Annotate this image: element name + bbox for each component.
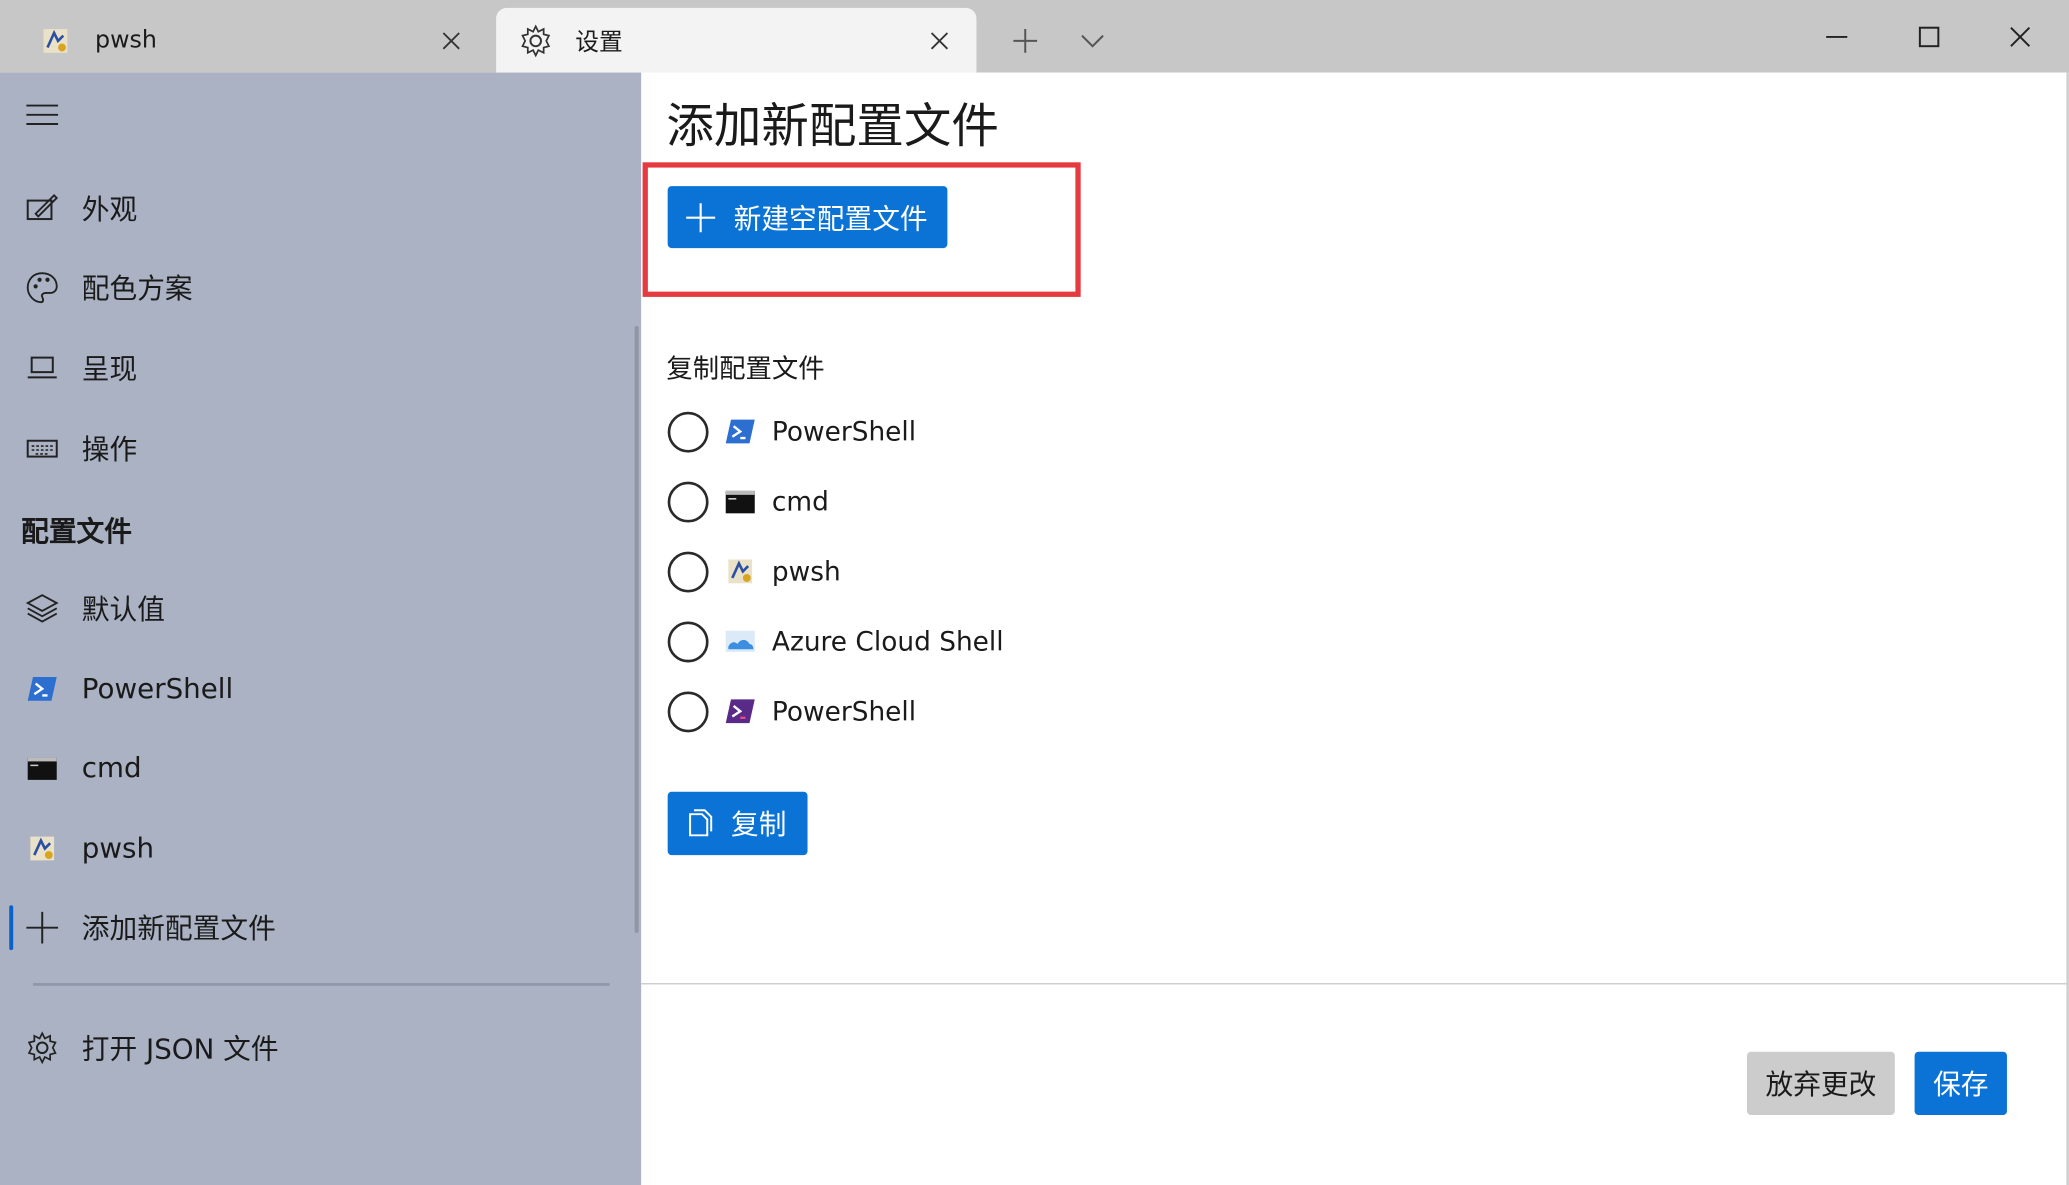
save-button[interactable]: 保存 [1914,1051,2007,1116]
tab-pwsh[interactable]: pwsh [0,8,488,73]
page-title: 添加新配置文件 [666,100,999,155]
sidebar-item-pwsh[interactable]: pwsh [0,816,633,882]
tab-bar: pwsh 设置 [0,0,2069,73]
copy-button[interactable]: 复制 [667,791,808,856]
sidebar-item-label: cmd [81,752,142,784]
plus-icon [684,200,718,234]
duplicate-section-title: 复制配置文件 [666,352,825,385]
cmd-icon [22,748,62,788]
new-empty-profile-button[interactable]: 新建空配置文件 [667,186,948,249]
maximize-button[interactable] [1905,13,1953,61]
copy-icon [684,808,716,840]
radio-label: PowerShell [771,415,917,448]
radio-button[interactable] [667,690,709,732]
discard-changes-button[interactable]: 放弃更改 [1747,1051,1895,1116]
sidebar-item-label: 配色方案 [81,273,193,305]
powershell-icon [724,416,756,448]
close-icon[interactable] [921,22,958,59]
sidebar-item-label: 打开 JSON 文件 [81,1033,279,1065]
radio-label: pwsh [771,555,841,588]
sidebar-item-add-profile[interactable]: 添加新配置文件 [0,895,633,961]
sidebar-item-label: 添加新配置文件 [81,913,276,945]
maximize-icon [1918,26,1940,48]
radio-button[interactable] [667,550,709,592]
radio-button[interactable] [667,411,709,452]
close-icon[interactable] [433,22,470,59]
radio-label: Azure Cloud Shell [771,625,1004,658]
footer-divider [641,983,2069,985]
layers-icon [22,589,62,629]
sidebar-divider [32,983,610,986]
sidebar-item-appearance[interactable]: 外观 [0,176,633,242]
button-label: 新建空配置文件 [733,202,928,235]
sidebar-item-label: PowerShell [81,672,234,705]
settings-window: pwsh 设置 外观 配色方案 呈现 操作 配置文件 默认值 PowerShel… [0,0,2069,1185]
plus-icon [22,908,62,948]
gear-icon [517,22,554,59]
tab-settings[interactable]: 设置 [496,7,977,73]
powershell-core-icon [724,695,756,727]
sidebar-item-label: 外观 [81,193,138,226]
tab-label: 设置 [575,28,623,57]
cmd-icon [724,486,756,518]
button-label: 复制 [731,808,787,841]
sidebar-item-label: 呈现 [81,353,138,386]
radio-label: PowerShell [771,695,917,728]
sidebar-item-label: 默认值 [81,593,165,626]
chevron-down-icon [1081,34,1104,48]
close-window-button[interactable] [1996,13,2044,61]
radio-button[interactable] [667,480,709,522]
profile-radio-pwsh[interactable]: pwsh [667,545,841,598]
pwsh-icon [22,829,62,869]
pwsh-icon [37,22,74,59]
sidebar-item-rendering[interactable]: 呈现 [0,335,633,401]
sidebar: 外观 配色方案 呈现 操作 配置文件 默认值 PowerShell cmd pw… [0,72,642,1185]
hamburger-menu-button[interactable] [24,99,61,131]
sidebar-item-defaults[interactable]: 默认值 [0,575,633,641]
minimize-icon [1826,36,1848,38]
radio-button[interactable] [667,620,709,662]
sidebar-item-label: pwsh [81,832,155,865]
rendering-icon [22,348,62,388]
keyboard-icon [22,429,62,469]
profile-radio-powershell[interactable]: PowerShell [667,405,917,458]
powershell-icon [22,669,62,709]
sidebar-item-open-json[interactable]: 打开 JSON 文件 [0,1015,633,1081]
sidebar-scrollbar[interactable] [634,325,639,933]
profile-radio-cmd[interactable]: cmd [667,475,829,528]
minimize-button[interactable] [1813,13,1861,61]
sidebar-item-color-schemes[interactable]: 配色方案 [0,255,633,321]
sidebar-item-cmd[interactable]: cmd [0,735,633,801]
palette-icon [22,268,62,308]
radio-label: cmd [771,485,829,518]
plus-icon [1013,29,1038,53]
sidebar-item-powershell[interactable]: PowerShell [0,656,633,722]
tab-dropdown-button[interactable] [1073,21,1113,61]
sidebar-item-label: 操作 [81,434,138,466]
close-icon [2010,27,2031,47]
profile-radio-powershell-core[interactable]: PowerShell [667,685,917,738]
main-content: 添加新配置文件 新建空配置文件 复制配置文件 PowerShell cmd pw… [641,72,2069,1185]
new-tab-button[interactable] [1005,21,1045,61]
gear-icon [22,1028,62,1068]
azure-icon [724,625,756,657]
hamburger-icon [26,104,59,126]
tab-label: pwsh [95,26,157,55]
profile-radio-azure[interactable]: Azure Cloud Shell [667,615,1004,668]
pwsh-icon [724,556,756,588]
profiles-section-title: 配置文件 [21,515,132,548]
appearance-icon [22,189,62,229]
sidebar-item-actions[interactable]: 操作 [0,416,633,482]
